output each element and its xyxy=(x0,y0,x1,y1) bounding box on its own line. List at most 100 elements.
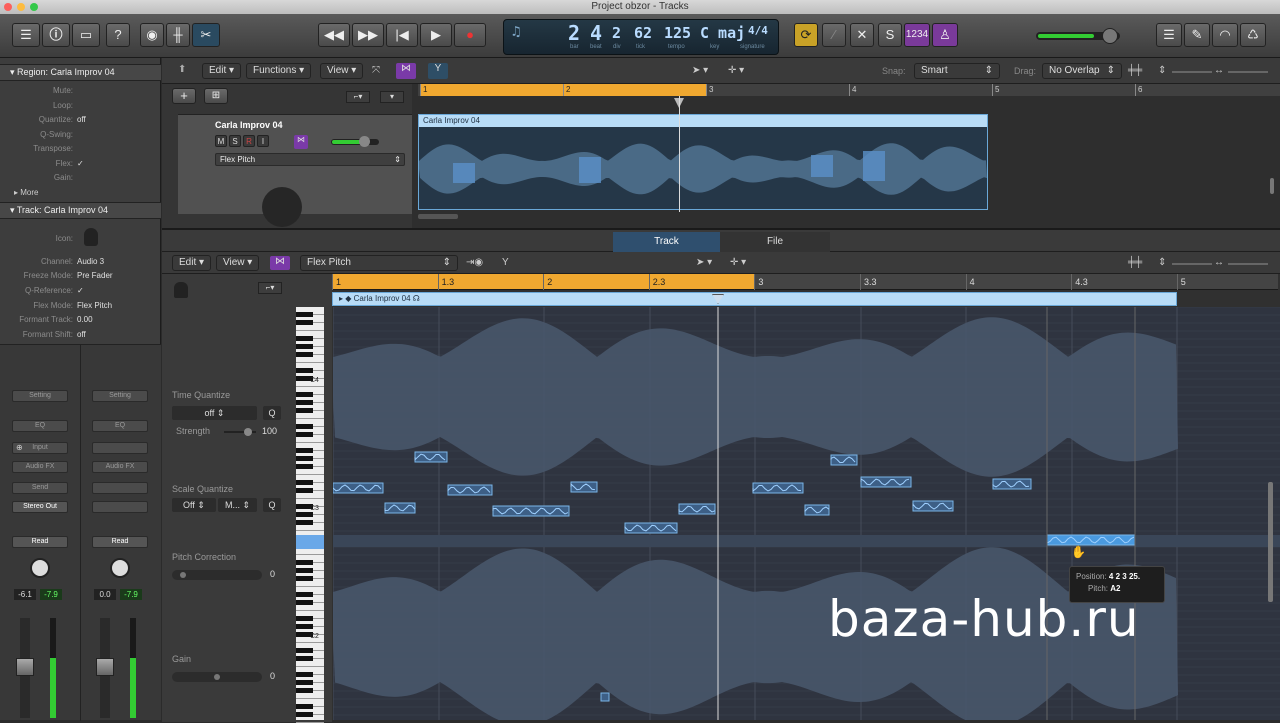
track-button-i[interactable]: I xyxy=(257,135,269,147)
pitch-correction-knob[interactable] xyxy=(180,572,186,578)
tracks-ruler[interactable]: 1 2 3 4 5 6 xyxy=(418,84,1280,96)
eq-button[interactable]: EQ xyxy=(12,420,68,432)
black-key[interactable] xyxy=(296,576,313,581)
track-global-button[interactable]: ⊞ xyxy=(204,88,228,104)
audio-fx-button[interactable]: Audio FX xyxy=(92,461,148,473)
editor-catch-icon[interactable]: Y xyxy=(502,257,509,268)
black-key[interactable] xyxy=(296,488,313,493)
track-collapse-button[interactable]: ▾ xyxy=(380,91,404,103)
black-key[interactable] xyxy=(296,400,313,405)
pitch-note-blob[interactable] xyxy=(860,476,912,488)
zoom-window-icon[interactable] xyxy=(30,3,38,11)
go-to-start-button[interactable]: |◀ xyxy=(386,23,418,47)
metronome-button[interactable]: ♙ xyxy=(932,23,958,47)
track-row[interactable]: Carla Improv 04 MSRI ⋈ Flex Pitch ⇕ xyxy=(178,114,412,227)
audio-fx-button[interactable]: Audio FX xyxy=(12,461,68,473)
black-key[interactable] xyxy=(296,680,313,685)
black-key[interactable] xyxy=(296,352,313,357)
tab-track[interactable]: Track xyxy=(613,232,720,252)
scale-quantize-popup[interactable]: Off ⇕ xyxy=(172,498,216,512)
close-window-icon[interactable] xyxy=(4,3,12,11)
editor-flex-toggle-button[interactable]: ⋈ xyxy=(270,256,290,270)
black-key[interactable] xyxy=(296,320,313,325)
black-key[interactable] xyxy=(296,688,313,693)
region-param-row[interactable]: Quantize: off xyxy=(0,113,161,127)
black-key[interactable] xyxy=(296,520,313,525)
track-button-r[interactable]: R xyxy=(243,135,255,147)
track-button-m[interactable]: M xyxy=(215,135,227,147)
strength-slider[interactable] xyxy=(224,428,256,436)
inspector-button[interactable]: ⓘ xyxy=(42,23,70,47)
track-flex-icon[interactable]: ⋈ xyxy=(294,135,308,149)
region-param-row[interactable]: Gain: xyxy=(0,171,161,185)
pitch-correction-slider[interactable] xyxy=(172,570,262,580)
black-key[interactable] xyxy=(296,616,313,621)
pitch-note-blob[interactable] xyxy=(447,484,493,496)
automation-read-button[interactable]: Read xyxy=(92,536,148,548)
output-button[interactable] xyxy=(92,501,148,513)
rewind-button[interactable]: ◀◀ xyxy=(318,23,350,47)
list-editors-button[interactable]: ☰ xyxy=(1156,23,1182,47)
editor-pointer-tool-menu[interactable]: ➤ ▾ xyxy=(696,257,712,268)
gain-slider[interactable] xyxy=(172,672,262,682)
editor-options-button[interactable]: ⌐▾ xyxy=(258,282,282,294)
editor-ruler[interactable]: 1 1.3 2 2.3 3 3.3 4 4.3 5 xyxy=(332,274,1278,290)
track-volume-slider[interactable] xyxy=(331,136,379,147)
black-key[interactable] xyxy=(296,648,313,653)
waveform-zoom-icon[interactable]: ╪╪ xyxy=(1128,65,1142,76)
add-track-button[interactable]: + xyxy=(172,88,196,104)
count-in-button[interactable]: 1234 xyxy=(904,23,930,47)
track-options-button[interactable]: ⌐▾ xyxy=(346,91,370,103)
strength-knob[interactable] xyxy=(244,428,252,436)
send-button[interactable] xyxy=(92,482,148,494)
pointer-tool-menu[interactable]: ➤ ▾ xyxy=(692,65,708,76)
vertical-zoom-icon[interactable]: ⇕ xyxy=(1158,65,1166,76)
track-param-row[interactable]: Flex Mode: Flex Pitch xyxy=(0,299,161,313)
link-small-icon[interactable]: ⊕ xyxy=(16,443,23,452)
black-key[interactable] xyxy=(296,480,313,485)
browsers-button[interactable]: ♺ xyxy=(1240,23,1266,47)
toolbar-button[interactable]: ▭ xyxy=(72,23,100,47)
track-param-value[interactable]: ✓ xyxy=(77,284,84,298)
catch-button[interactable]: Y xyxy=(428,63,448,79)
tracks-horizontal-scrollbar[interactable] xyxy=(418,214,458,219)
editor-view-menu[interactable]: View ▾ xyxy=(216,255,260,271)
horizontal-zoom-icon[interactable]: ↔ xyxy=(1214,65,1224,76)
cycle-button[interactable]: ⟳ xyxy=(794,23,818,47)
track-param-row[interactable]: Freeze Mode: Pre Fader xyxy=(0,269,161,283)
track-param-value[interactable]: Pre Fader xyxy=(77,269,113,283)
editor-edit-menu[interactable]: Edit ▾ xyxy=(172,255,212,271)
time-quantize-q-button[interactable]: Q xyxy=(263,406,281,420)
pitch-note-blob[interactable] xyxy=(600,692,610,702)
volume-readout[interactable]: -6.1 xyxy=(14,589,36,600)
black-key[interactable] xyxy=(296,392,313,397)
track-param-row[interactable]: Q-Reference: ✓ xyxy=(0,284,161,298)
fast-forward-button[interactable]: ▶▶ xyxy=(352,23,384,47)
master-volume-slider[interactable] xyxy=(1036,28,1120,44)
editor-vertical-zoom-icon[interactable]: ⇕ xyxy=(1158,257,1166,268)
lcd-display[interactable]: ♫ 2 4 2 62 125 C maj 4/4 bar beat div ti… xyxy=(503,19,779,55)
loop-browser-button[interactable]: ◠ xyxy=(1212,23,1238,47)
flex-mode-popup[interactable]: Flex Pitch ⇕ xyxy=(215,153,405,166)
region-param-row[interactable]: Loop: xyxy=(0,99,161,113)
vertical-zoom-slider[interactable] xyxy=(1172,71,1212,73)
track-param-row[interactable]: Formant Track: 0.00 xyxy=(0,313,161,327)
pitch-note-blob[interactable] xyxy=(992,478,1032,490)
track-param-row[interactable]: Icon: xyxy=(0,232,161,246)
tracks-view-menu[interactable]: View ▾ xyxy=(320,63,364,79)
piano-keyboard[interactable]: C4 C3 C2 xyxy=(296,307,324,723)
pitch-note-blob[interactable] xyxy=(912,500,954,512)
editor-flex-mode-menu[interactable]: Flex Pitch ⇕ xyxy=(300,255,458,271)
track-volume-knob[interactable] xyxy=(359,136,370,147)
setting-button[interactable]: Setting xyxy=(92,390,148,402)
input-button[interactable] xyxy=(92,442,148,454)
editor-secondary-tool-menu[interactable]: ✛ ▾ xyxy=(730,257,746,268)
tracks-vertical-scrollbar[interactable] xyxy=(1270,178,1274,194)
scale-type-popup[interactable]: M... ⇕ xyxy=(218,498,257,512)
drag-menu[interactable]: No Overlap ⇕ xyxy=(1042,63,1122,79)
automation-read-button[interactable]: Read xyxy=(12,536,68,548)
volume-fader-cap[interactable] xyxy=(16,658,34,676)
black-key[interactable] xyxy=(296,448,313,453)
region-param-row[interactable]: Flex: ✓ xyxy=(0,157,161,171)
master-volume-knob[interactable] xyxy=(1102,28,1118,44)
